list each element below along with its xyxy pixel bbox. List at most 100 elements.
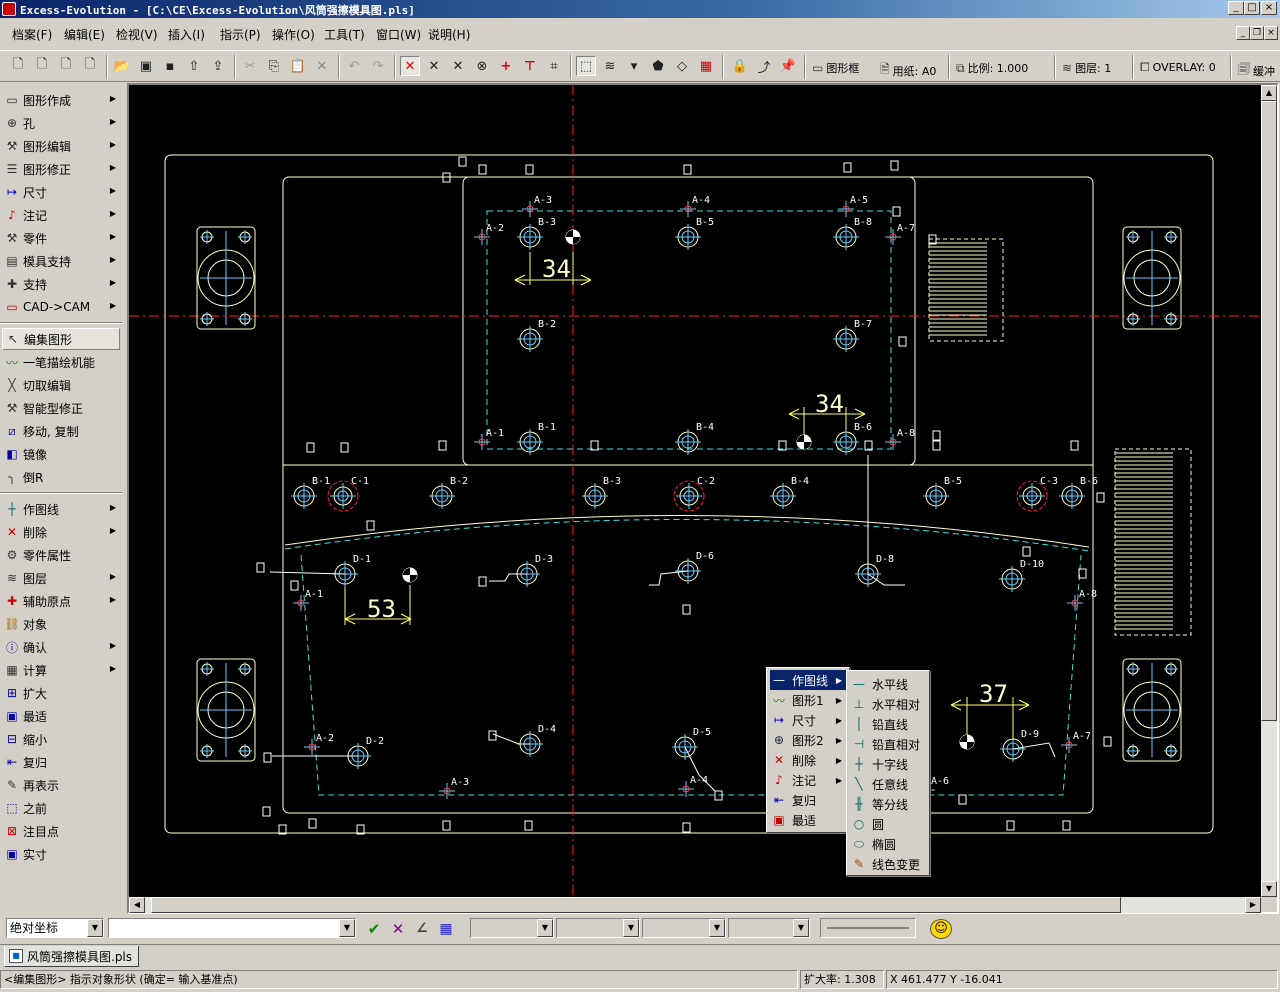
cmd-part-attr[interactable]: ⚙ 零件属性 [2, 544, 120, 566]
cmd-cad-cam[interactable]: ▭ CAD->CAM ▶ [2, 296, 120, 318]
scale-field[interactable]: ⧉ 比例: 1.000 [956, 60, 1028, 76]
new-page-icon[interactable]: 🗋 [80, 56, 100, 76]
scroll-left-button[interactable]: ◀ [129, 897, 145, 913]
snap-none-icon[interactable]: ✕ [400, 56, 420, 76]
menu-file[interactable]: 档案(F) [12, 26, 52, 43]
sub-ellipse[interactable]: ⬭ 椭圆 [850, 834, 926, 854]
horizontal-scroll-thumb[interactable] [151, 897, 1121, 913]
lock-icon[interactable]: 🔒 [730, 56, 750, 76]
chevron-down-icon[interactable]: ▼ [623, 919, 639, 937]
chevron-down-icon[interactable]: ▼ [709, 919, 725, 937]
filter-select-1[interactable]: ▼ [470, 918, 554, 938]
cmd-zoom-out[interactable]: ⊟ 缩小 [2, 728, 120, 750]
cmd-calculate[interactable]: ▦ 计算 ▶ [2, 659, 120, 681]
sub-circle[interactable]: ○ 圆 [850, 814, 926, 834]
grid-icon[interactable]: ▦ [436, 920, 456, 938]
menu-view[interactable]: 检视(V) [116, 26, 158, 43]
chevron-down-icon[interactable]: ▼ [537, 919, 553, 937]
save-icon[interactable]: ▪ [160, 56, 180, 76]
menu-help[interactable]: 说明(H) [428, 26, 470, 43]
select-frame-icon[interactable]: ⬚ [576, 56, 596, 76]
new-file-icon[interactable]: 🗋 [8, 56, 28, 76]
filter-select-3[interactable]: ▼ [642, 918, 726, 938]
cmd-restore[interactable]: ⇤ 复归 [2, 751, 120, 773]
vertical-scrollbar[interactable]: ▲ ▼ [1261, 85, 1277, 897]
ctx-construction-line[interactable]: — 作图线 ▶ [770, 670, 846, 690]
cmd-aux-origin[interactable]: ✚ 辅助原点 ▶ [2, 590, 120, 612]
menu-tools[interactable]: 工具(T) [324, 26, 365, 43]
cmd-object[interactable]: ⛓ 对象 [2, 613, 120, 635]
frame-toggle[interactable]: ▭ 图形框 [812, 60, 859, 76]
sub-horizontal-relative[interactable]: ⊥ 水平相对 [850, 694, 926, 714]
doc-restore-button[interactable]: ❐ [1250, 26, 1264, 40]
cmd-smart-modify[interactable]: ⚒ 智能型修正 [2, 397, 120, 419]
buffer-field[interactable]: 🗐 缓冲 [1238, 60, 1275, 81]
minimize-button[interactable]: _ [1228, 1, 1244, 15]
sub-divide-line[interactable]: ╫ 等分线 [850, 794, 926, 814]
snap-perp-icon[interactable]: ⊤ [520, 56, 540, 76]
doc-tab[interactable]: ■ 风筒强擦模具图.pls [4, 946, 140, 967]
snap-cross-icon[interactable]: + [496, 56, 516, 76]
export-icon[interactable]: ⇧ [184, 56, 204, 76]
undo-icon[interactable]: ↶ [344, 56, 364, 76]
menu-edit[interactable]: 编辑(E) [64, 26, 105, 43]
scroll-up-button[interactable]: ▲ [1261, 85, 1277, 101]
ctx-shape2[interactable]: ⊕ 图形2 ▶ [770, 730, 846, 750]
menu-point[interactable]: 指示(P) [220, 26, 261, 43]
copy-icon[interactable]: ⎘ [264, 56, 284, 76]
cmd-hole[interactable]: ⊕ 孔 ▶ [2, 112, 120, 134]
cmd-note[interactable]: ♪ 注记 ▶ [2, 204, 120, 226]
chevron-down-icon[interactable]: ▼ [87, 919, 103, 937]
filter-icon[interactable]: ▾ [624, 56, 644, 76]
diamond-icon[interactable]: ◇ [672, 56, 692, 76]
scroll-right-button[interactable]: ▶ [1245, 897, 1261, 913]
doc-minimize-button[interactable]: _ [1236, 26, 1250, 40]
paste-icon[interactable]: 📋 [288, 56, 308, 76]
delete-icon[interactable]: ✕ [312, 56, 332, 76]
cancel-x-icon[interactable]: ✕ [388, 920, 408, 938]
import-icon[interactable]: ⇪ [208, 56, 228, 76]
cmd-move-copy[interactable]: ⧄ 移动, 复制 [2, 420, 120, 442]
confirm-check-icon[interactable]: ✔ [364, 920, 384, 938]
cmd-confirm[interactable]: ⓘ 确认 ▶ [2, 636, 120, 658]
scroll-down-button[interactable]: ▼ [1261, 881, 1277, 897]
ctx-restore[interactable]: ⇤ 复归 [770, 790, 846, 810]
cmd-shape-create[interactable]: ▭ 图形作成 ▶ [2, 89, 120, 111]
cmd-construction-line[interactable]: ┼ 作图线 ▶ [2, 498, 120, 520]
cmd-redisplay[interactable]: ✎ 再表示 [2, 774, 120, 796]
cut-icon[interactable]: ✂ [240, 56, 260, 76]
cmd-mirror[interactable]: ◧ 镜像 [2, 443, 120, 465]
cmd-part[interactable]: ⚒ 零件 ▶ [2, 227, 120, 249]
close-button[interactable]: × [1261, 1, 1277, 15]
cmd-shape-modify[interactable]: ☰ 图形修正 ▶ [2, 158, 120, 180]
filter-select-4[interactable]: ▼ [728, 918, 810, 938]
cmd-fillet[interactable]: ╮ 倒R [2, 466, 120, 488]
cmd-support[interactable]: ✚ 支持 ▶ [2, 273, 120, 295]
menu-window[interactable]: 窗口(W) [376, 26, 421, 43]
sub-vertical-relative[interactable]: ⊣ 铅直相对 [850, 734, 926, 754]
sub-horizontal-line[interactable]: — 水平线 [850, 674, 926, 694]
angle-icon[interactable]: ∠ [412, 920, 432, 938]
ctx-dimension[interactable]: ↦ 尺寸 ▶ [770, 710, 846, 730]
cmd-previous[interactable]: ⬚ 之前 [2, 797, 120, 819]
vertical-scroll-thumb[interactable] [1261, 101, 1277, 721]
filter-select-2[interactable]: ▼ [556, 918, 640, 938]
ctx-shape1[interactable]: 〰图形1 ▶ [770, 690, 846, 710]
cmd-shape-edit[interactable]: ⚒ 图形编辑 ▶ [2, 135, 120, 157]
shape-icon[interactable]: ⬟ [648, 56, 668, 76]
command-input[interactable]: ▼ [108, 918, 356, 938]
grid-snap-icon[interactable]: ▦ [696, 56, 716, 76]
sub-line-color[interactable]: ✎ 线色变更 [850, 854, 926, 874]
cmd-fit[interactable]: ▣ 最适 [2, 705, 120, 727]
smiley-icon[interactable]: ☺ [930, 919, 952, 939]
redo-icon[interactable]: ↷ [368, 56, 388, 76]
menu-operation[interactable]: 操作(O) [272, 26, 315, 43]
layer-select-icon[interactable]: ≋ [600, 56, 620, 76]
snap-mid-icon[interactable]: ✕ [448, 56, 468, 76]
cmd-actual-size[interactable]: ▣ 实寸 [2, 843, 120, 865]
chevron-down-icon[interactable]: ▼ [793, 919, 809, 937]
open-folder-icon[interactable]: 📂 [112, 56, 132, 76]
cmd-focus-point[interactable]: ⊠ 注目点 [2, 820, 120, 842]
chevron-down-icon[interactable]: ▼ [339, 919, 355, 937]
line-style-preview[interactable] [820, 918, 916, 938]
